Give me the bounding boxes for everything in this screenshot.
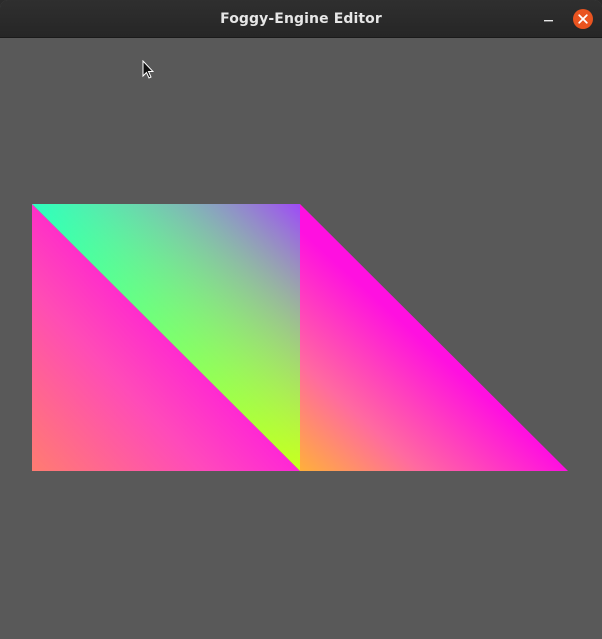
minimize-icon xyxy=(544,20,553,22)
minimize-button[interactable] xyxy=(539,9,559,29)
mouse-cursor-icon xyxy=(142,60,154,79)
scene-canvas xyxy=(32,204,568,471)
app-window: Foggy-Engine Editor xyxy=(0,0,602,639)
close-icon xyxy=(578,14,588,24)
close-button[interactable] xyxy=(573,9,593,29)
render-viewport[interactable] xyxy=(0,38,602,639)
triangle-right xyxy=(300,204,568,471)
title-bar[interactable]: Foggy-Engine Editor xyxy=(0,0,602,38)
window-title: Foggy-Engine Editor xyxy=(220,11,382,27)
